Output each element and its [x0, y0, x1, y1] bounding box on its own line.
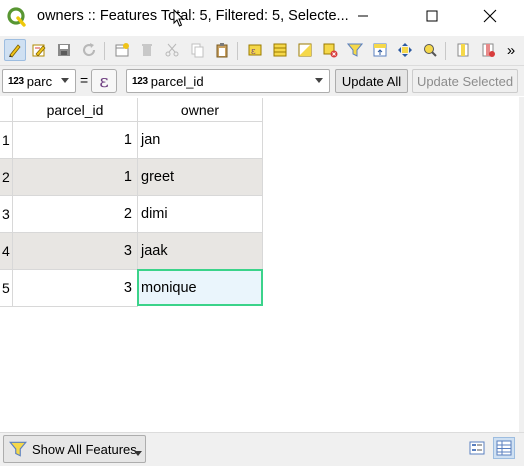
mouse-cursor-icon — [173, 9, 185, 27]
table-corner[interactable] — [0, 98, 13, 122]
table-cell-owner[interactable]: greet — [138, 159, 263, 196]
table-cell-parcel-id[interactable]: 3 — [13, 270, 138, 307]
table-view-icon — [496, 440, 512, 456]
deselect-icon — [323, 43, 338, 58]
add-feature-icon — [115, 43, 129, 57]
zoom-to-selection-button[interactable] — [419, 39, 441, 61]
row-header[interactable]: 4 — [0, 233, 13, 270]
table-cell-owner[interactable]: jan — [138, 122, 263, 159]
field-calculator-bar: 123 parc = ε 123 parcel_id Update All Up… — [0, 66, 524, 96]
deselect-button[interactable] — [319, 39, 341, 61]
row-header[interactable]: 5 — [0, 270, 13, 307]
show-all-features-button[interactable]: Show All Features — [3, 435, 146, 463]
field-short-label: parc — [26, 73, 53, 89]
save-edits-icon — [58, 44, 70, 56]
chevron-down-icon — [134, 451, 142, 456]
table-cell-owner[interactable]: jaak — [138, 233, 263, 270]
pan-to-selection-button[interactable] — [394, 39, 416, 61]
more-icon: » — [506, 41, 516, 59]
table-cell-parcel-id[interactable]: 1 — [13, 122, 138, 159]
invert-selection-button[interactable] — [294, 39, 316, 61]
equals-label: = — [80, 72, 89, 88]
minimize-button[interactable] — [340, 0, 386, 32]
invert-selection-icon — [298, 43, 312, 57]
toggle-editing-icon — [9, 44, 21, 58]
filter-icon — [9, 441, 27, 457]
minimize-icon — [358, 15, 368, 17]
expression-builder-button[interactable]: ε — [91, 69, 117, 93]
toolbar-separator — [445, 42, 446, 60]
chevron-down-icon — [61, 78, 69, 83]
window-edge — [519, 97, 524, 432]
form-view-icon — [469, 441, 485, 455]
multi-edit-icon — [32, 44, 46, 57]
expression-value: parcel_id — [150, 73, 204, 89]
row-header[interactable]: 1 — [0, 122, 13, 159]
chevron-down-icon — [315, 78, 323, 83]
update-selected-button[interactable]: Update Selected — [412, 69, 518, 93]
save-edits-button[interactable] — [53, 39, 75, 61]
move-selection-top-button[interactable] — [369, 39, 391, 61]
table-view-button[interactable] — [493, 437, 515, 459]
field-type-badge: 123 — [8, 75, 24, 87]
toolbar-separator — [237, 42, 238, 60]
more-button[interactable]: » — [500, 39, 522, 61]
bottom-bar: Show All Features — [0, 432, 524, 466]
maximize-button[interactable] — [409, 0, 455, 32]
update-all-button[interactable]: Update All — [335, 69, 408, 93]
copy-icon — [191, 43, 204, 58]
paste-button[interactable] — [211, 39, 233, 61]
close-icon — [483, 9, 497, 23]
new-field-button[interactable] — [452, 39, 474, 61]
attribute-table: parcel_id owner 1 1 jan 2 1 greet 3 2 di… — [0, 98, 524, 432]
table-cell-parcel-id[interactable]: 3 — [13, 233, 138, 270]
pan-to-selection-icon — [398, 43, 412, 57]
column-header-owner[interactable]: owner — [138, 98, 263, 122]
epsilon-icon: ε — [99, 70, 109, 92]
field-badge: 123 — [132, 75, 148, 87]
paste-icon — [216, 43, 228, 58]
svg-text:ε: ε — [251, 47, 256, 57]
delete-feature-icon — [142, 44, 152, 56]
copy-button[interactable] — [186, 39, 208, 61]
toolbar-separator — [104, 42, 105, 60]
move-selection-top-icon — [373, 43, 387, 57]
qgis-logo-icon — [7, 7, 26, 27]
close-button[interactable] — [467, 0, 513, 32]
form-view-button[interactable] — [466, 437, 488, 459]
cut-icon — [165, 43, 179, 57]
table-cell-parcel-id[interactable]: 2 — [13, 196, 138, 233]
zoom-to-selection-icon — [424, 44, 437, 57]
table-cell-owner-focused[interactable]: monique — [137, 269, 263, 306]
row-header[interactable]: 3 — [0, 196, 13, 233]
filter-button[interactable] — [344, 39, 366, 61]
cut-button[interactable] — [161, 39, 183, 61]
maximize-icon — [426, 10, 438, 22]
toggle-editing-button[interactable] — [4, 39, 26, 61]
table-cell-parcel-id[interactable]: 1 — [13, 159, 138, 196]
attribute-toolbar: ε » — [0, 36, 524, 66]
expression-input[interactable]: 123 parcel_id — [126, 69, 330, 93]
add-feature-button[interactable] — [111, 39, 133, 61]
reload-icon — [83, 43, 96, 57]
expression-select-icon: ε — [248, 44, 262, 57]
select-all-button[interactable] — [269, 39, 291, 61]
reload-button[interactable] — [78, 39, 100, 61]
expression-select-button[interactable]: ε — [244, 39, 266, 61]
select-all-icon — [273, 43, 287, 57]
multi-edit-button[interactable] — [28, 39, 50, 61]
new-field-icon — [457, 43, 469, 57]
field-select-combo[interactable]: 123 parc — [2, 69, 76, 93]
table-cell-owner[interactable]: dimi — [138, 196, 263, 233]
show-all-features-label: Show All Features — [32, 441, 137, 457]
window-title: owners :: Features Total: 5, Filtered: 5… — [37, 8, 349, 24]
row-header[interactable]: 2 — [0, 159, 13, 196]
column-header-parcel-id[interactable]: parcel_id — [13, 98, 138, 122]
title-bar: owners :: Features Total: 5, Filtered: 5… — [0, 0, 524, 34]
delete-field-button[interactable] — [477, 39, 499, 61]
delete-field-icon — [482, 43, 495, 57]
delete-feature-button[interactable] — [136, 39, 158, 61]
filter-icon — [347, 43, 363, 57]
